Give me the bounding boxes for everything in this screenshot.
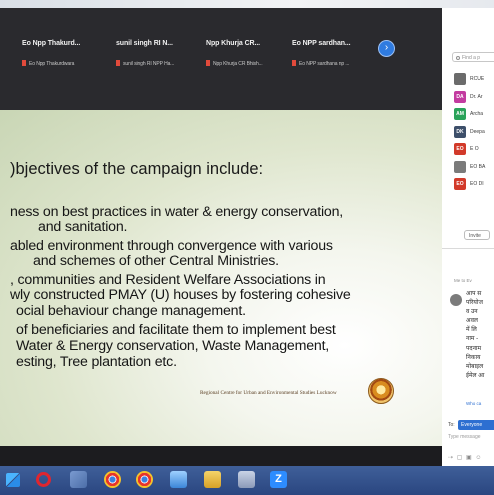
mic-off-icon <box>116 60 120 66</box>
participant-label: Deepa <box>470 128 485 135</box>
slide-line: abled environment through convergence wi… <box>10 238 333 254</box>
chat-sender: Me to Ev <box>454 278 472 283</box>
meeting-window: Eo Npp Thakurd... Eo Npp Thakurdwara sun… <box>0 8 442 466</box>
list-item[interactable]: DA Dr. Ar <box>442 88 494 106</box>
avatar: EO <box>454 143 466 155</box>
mic-off-icon <box>292 60 296 66</box>
participant-label: Archa <box>470 111 484 117</box>
app-icon[interactable] <box>238 471 255 488</box>
participant-strip: Eo Npp Thakurd... Eo Npp Thakurdwara sun… <box>0 8 442 110</box>
slide-title: )bjectives of the campaign include: <box>10 160 264 178</box>
start-icon[interactable] <box>6 473 20 487</box>
chrome-icon[interactable] <box>104 471 121 488</box>
app-icon[interactable] <box>170 471 187 488</box>
chat-message-input[interactable]: Type message <box>448 434 481 440</box>
list-item[interactable]: EO E O <box>442 140 494 158</box>
slide-line: ocial behaviour change management. <box>16 303 246 319</box>
participant-tile[interactable]: sunil singh RI N... sunil singh RI NPP H… <box>116 32 208 72</box>
participant-sub: sunil singh RI NPP Ha... <box>116 60 174 67</box>
slide-line: and schemes of other Central Ministries. <box>33 253 279 269</box>
top-band <box>0 0 494 8</box>
emblem-logo <box>368 378 394 404</box>
participant-list: RCUE DA Dr. Ar AM Archa DK Deepa EO E O EO B… <box>442 70 494 193</box>
participant-sub: Eo Npp Thakurdwara <box>22 60 74 67</box>
recipient-dropdown[interactable]: Everyone <box>458 420 494 430</box>
list-item[interactable]: RCUE <box>442 70 494 88</box>
participant-sub: Npp Khurja CR Bhish... <box>206 60 263 67</box>
avatar <box>454 73 466 85</box>
avatar: AM <box>454 108 466 120</box>
chevron-right-icon[interactable]: › <box>378 40 395 57</box>
windows-taskbar: Z <box>0 466 494 495</box>
participant-name: sunil singh RI N... <box>116 40 173 47</box>
slide-line: wly constructed PMAY (U) houses by foste… <box>10 287 351 303</box>
participant-name: Npp Khurja CR... <box>206 40 261 47</box>
list-item[interactable]: EO EO DI <box>442 175 494 193</box>
avatar: DA <box>454 90 466 103</box>
participant-label: RCUE <box>470 76 485 82</box>
chat-message: आप स परियोज व उन अवल में लि नाम - पदनाम … <box>466 291 485 379</box>
participant-name: Eo Npp Thakurd... <box>22 40 81 47</box>
avatar: DK <box>454 125 466 138</box>
list-item[interactable]: DK Deepa <box>442 123 494 141</box>
mic-off-icon <box>206 60 210 66</box>
app-icon[interactable] <box>70 471 87 488</box>
meeting-controls-bar <box>0 446 442 466</box>
participant-label: EO BA <box>470 163 486 170</box>
participant-name: Eo NPP sardhan... <box>292 40 351 47</box>
list-item[interactable]: AM Archa <box>442 105 494 123</box>
search-icon <box>456 56 460 60</box>
shared-slide: )bjectives of the campaign include: ness… <box>0 110 442 446</box>
participant-tile[interactable]: Npp Khurja CR... Npp Khurja CR Bhish... <box>206 32 298 72</box>
avatar <box>454 160 466 173</box>
avatar: EO <box>454 178 466 190</box>
participant-label: Dr. Ar <box>470 93 483 100</box>
file-explorer-icon[interactable] <box>204 471 221 488</box>
recipient-selector[interactable]: To: Everyone <box>448 420 494 430</box>
list-item[interactable]: EO BA <box>442 158 494 176</box>
participant-tile[interactable]: Eo NPP sardhan... Eo NPP sardhana np ... <box>292 32 384 72</box>
chat-divider <box>442 248 494 262</box>
participant-sub: Eo NPP sardhana np ... <box>292 60 349 67</box>
opera-icon[interactable] <box>36 472 51 487</box>
slide-line: ness on best practices in water & energy… <box>10 204 344 220</box>
chrome-icon[interactable] <box>136 471 153 488</box>
participants-chat-panel: Find a p RCUE DA Dr. Ar AM Archa DK Deepa E… <box>442 8 494 466</box>
to-label: To: <box>448 422 455 428</box>
participant-search-input[interactable]: Find a p <box>452 52 494 62</box>
slide-line: of beneficiaries and facilitate them to … <box>16 322 336 338</box>
slide-line: , communities and Resident Welfare Assoc… <box>10 272 326 288</box>
invite-button[interactable]: Invite <box>464 230 490 240</box>
participant-label: EO DI <box>470 181 484 187</box>
slide-line: esting, Tree plantation etc. <box>16 354 177 370</box>
participant-label: E O <box>470 146 479 152</box>
slide-footer: Regional Centre for Urban and Environmen… <box>200 390 337 396</box>
participant-tile[interactable]: Eo Npp Thakurd... Eo Npp Thakurdwara <box>22 32 114 72</box>
slide-line: and sanitation. <box>38 219 128 235</box>
avatar <box>450 294 462 306</box>
mic-off-icon <box>22 60 26 66</box>
slide-line: Water & Energy conservation, Waste Manag… <box>16 338 330 354</box>
chat-more-link[interactable]: Who ca <box>466 401 481 406</box>
chat-toolbar[interactable]: ⇢ ▢ ▣ ☺ <box>448 454 483 461</box>
zoom-icon[interactable]: Z <box>270 471 287 488</box>
